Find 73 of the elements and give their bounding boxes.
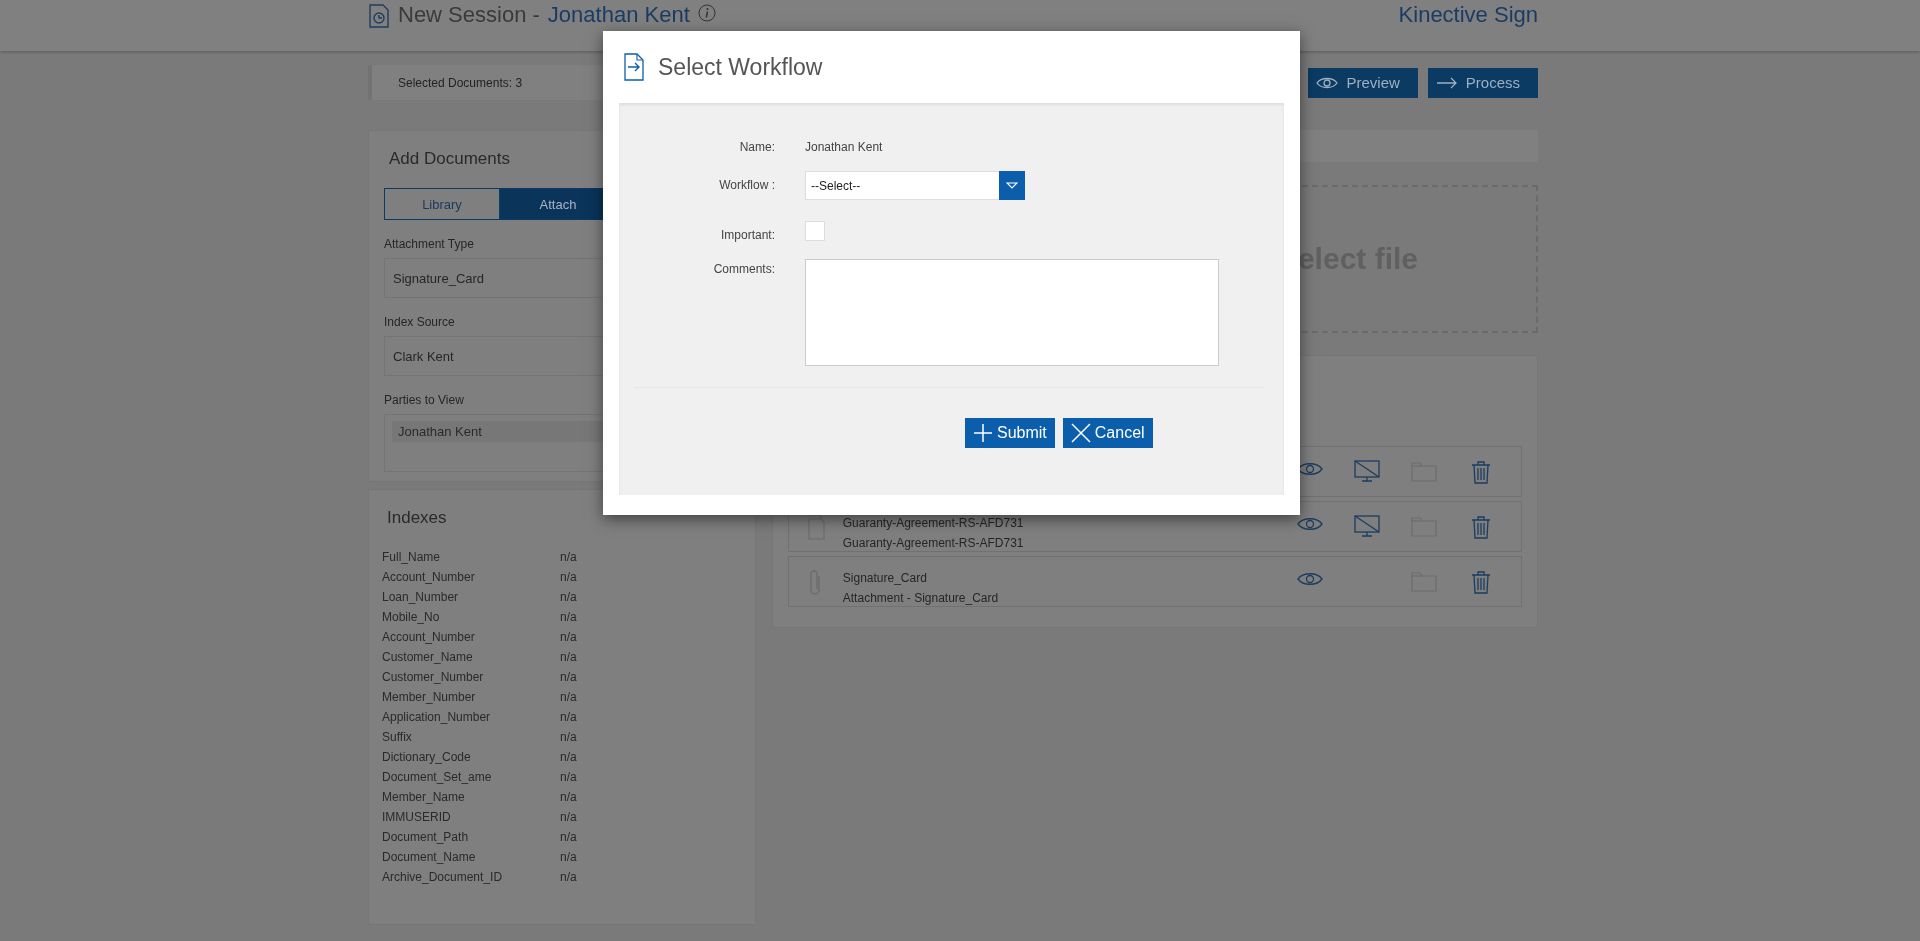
index-name: Account_Number <box>382 569 476 586</box>
field-label: Workflow : <box>718 177 775 194</box>
arrow-icon <box>1435 76 1458 89</box>
trash-icon[interactable] <box>1469 569 1492 594</box>
client-name: Jonathan Kent <box>547 3 690 27</box>
index-value: n/a <box>560 809 578 826</box>
field-label: Attachment Type <box>384 237 475 251</box>
index-name: Member_Number <box>382 689 477 706</box>
index-name: Customer_Number <box>382 669 485 686</box>
tab[interactable]: Library <box>384 188 500 220</box>
index-name: Suffix <box>382 729 413 746</box>
trash-icon[interactable] <box>1469 514 1492 539</box>
field-label: Index Source <box>384 315 456 329</box>
index-name: Account_Number <box>382 629 476 646</box>
index-value: n/a <box>560 589 578 606</box>
document-name: Signature_Card <box>842 570 928 585</box>
index-name: Customer_Name <box>382 649 474 666</box>
trash-icon[interactable] <box>1469 459 1492 484</box>
index-name: Loan_Number <box>382 589 460 606</box>
brand-name: Kinective Sign <box>1398 3 1538 27</box>
index-value: n/a <box>560 549 578 566</box>
comments-field[interactable] <box>805 259 1219 366</box>
workflow-dropdown[interactable]: --Select-- <box>805 171 1025 200</box>
document-arrow-icon <box>624 53 644 81</box>
index-name: Dictionary_Code <box>382 749 472 766</box>
history-icon <box>368 4 390 28</box>
index-value: n/a <box>560 869 578 886</box>
document-row[interactable]: Signature_Card Attachment - Signature_Card <box>788 556 1522 607</box>
field-label: Parties to View <box>384 393 465 407</box>
document-description: Attachment - Signature_Card <box>842 590 1000 605</box>
index-value: n/a <box>560 569 578 586</box>
index-value: n/a <box>560 629 578 646</box>
cancel-button[interactable]: Cancel <box>1062 418 1153 448</box>
index-value: n/a <box>560 649 578 666</box>
close-icon <box>1070 423 1091 443</box>
index-value: n/a <box>560 689 578 706</box>
process-button[interactable]: Process <box>1427 67 1538 98</box>
index-name: Document_Set_ame <box>382 769 493 786</box>
index-value: n/a <box>560 729 578 746</box>
index-value: n/a <box>560 769 578 786</box>
document-description: Guaranty-Agreement-RS-AFD731 <box>842 535 1025 550</box>
eye-icon <box>1316 75 1339 90</box>
index-value: n/a <box>560 709 578 726</box>
index-name: Full_Name <box>382 549 442 566</box>
index-value: n/a <box>560 849 578 866</box>
panel-title: Add Documents <box>388 149 511 169</box>
session-title: New Session - <box>398 3 540 27</box>
index-name: Archive_Document_ID <box>382 869 504 886</box>
index-value: n/a <box>560 609 578 626</box>
index-name: Member_Name <box>382 789 466 806</box>
field-label: Important: <box>719 227 775 244</box>
index-name: IMMUSERID <box>382 809 452 826</box>
index-value: n/a <box>560 749 578 766</box>
document-name: Guaranty-Agreement-RS-AFD731 <box>842 515 1025 530</box>
important-checkbox[interactable] <box>805 221 825 241</box>
index-value: n/a <box>560 789 578 806</box>
index-name: Document_Name <box>382 849 477 866</box>
field-label: Name: <box>738 139 775 156</box>
plus-icon <box>973 423 993 443</box>
index-value: n/a <box>560 669 578 686</box>
index-name: Document_Path <box>382 829 470 846</box>
index-name: Application_Number <box>382 709 492 726</box>
field-value: Jonathan Kent <box>805 139 883 156</box>
monitor-slash-icon[interactable] <box>1353 459 1380 482</box>
info-icon[interactable] <box>697 4 716 22</box>
panel-title: Indexes <box>386 508 448 528</box>
monitor-slash-icon[interactable] <box>1353 514 1380 537</box>
document-icon <box>805 513 826 540</box>
caret-icon <box>1006 181 1018 190</box>
index-name: Mobile_No <box>382 609 441 626</box>
preview-button[interactable]: Preview <box>1308 67 1418 98</box>
submit-button[interactable]: Submit <box>965 418 1055 448</box>
index-value: n/a <box>560 829 578 846</box>
